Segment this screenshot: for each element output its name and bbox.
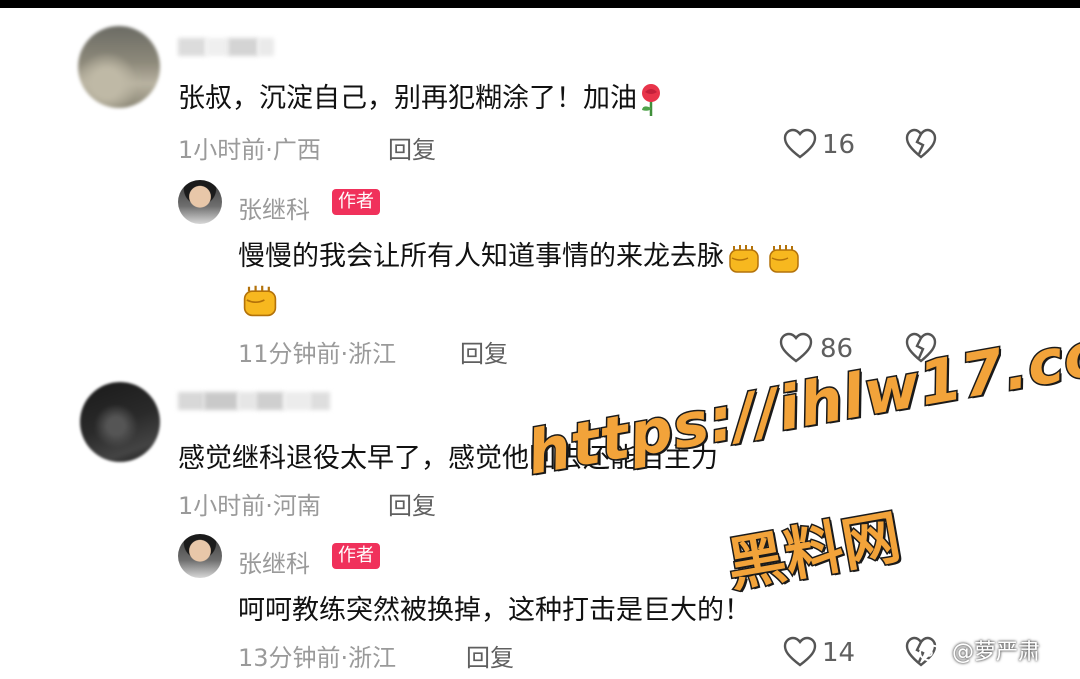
source-tag-text: @萝严肃 <box>952 640 1041 665</box>
weibo-logo-icon <box>918 638 948 662</box>
watermark-label: 黑料网 <box>721 501 907 601</box>
like-count-1: 16 <box>822 130 856 160</box>
author-reply-text-1: 慢慢的我会让所有人知道事情的来龙去脉 <box>238 234 804 276</box>
author-reply-meta-2: 13分钟前·浙江 <box>238 644 397 672</box>
rose-emoji <box>637 82 665 118</box>
comment-meta-1: 1小时前·广西 <box>178 136 321 164</box>
comments-screen: 张叔，沉淀自己，别再犯糊涂了！加油 1小时前·广西 回复 16 张继科 作者 慢… <box>0 8 1080 679</box>
author-name-2[interactable]: 张继科 <box>238 544 310 579</box>
heart-icon[interactable] <box>778 332 814 364</box>
commenter-avatar-2[interactable] <box>80 382 160 462</box>
comment-meta-2: 1小时前·河南 <box>178 492 321 520</box>
like-count-3: 14 <box>822 638 856 668</box>
reply-button-4[interactable]: 回复 <box>466 638 514 673</box>
author-badge-2: 作者 <box>332 543 380 569</box>
reply-button-3[interactable]: 回复 <box>388 486 436 521</box>
commenter-avatar-1[interactable] <box>78 26 160 108</box>
commenter-name-blurred-1[interactable] <box>178 38 274 56</box>
heart-icon[interactable] <box>782 128 818 160</box>
author-avatar-1[interactable] <box>178 180 222 224</box>
author-reply-meta-1: 11分钟前·浙江 <box>238 340 397 368</box>
author-name-1[interactable]: 张继科 <box>238 190 310 225</box>
comment-text-1: 张叔，沉淀自己，别再犯糊涂了！加油 <box>178 76 665 118</box>
author-reply-text-2: 呵呵教练突然被换掉，这种打击是巨大的！ <box>238 595 751 626</box>
author-badge-1: 作者 <box>332 189 380 215</box>
reply-button-1[interactable]: 回复 <box>388 130 436 165</box>
raised-fist-emoji <box>724 240 764 276</box>
broken-heart-icon[interactable] <box>904 128 938 160</box>
heart-icon[interactable] <box>782 636 818 668</box>
like-count-2: 86 <box>820 334 854 364</box>
raised-fist-emoji <box>764 240 804 276</box>
raised-fist-emoji <box>238 280 282 324</box>
author-avatar-2[interactable] <box>178 534 222 578</box>
source-tag: @萝严肃 <box>918 634 1040 666</box>
commenter-name-blurred-2[interactable] <box>178 392 330 410</box>
reply-button-2[interactable]: 回复 <box>460 334 508 369</box>
